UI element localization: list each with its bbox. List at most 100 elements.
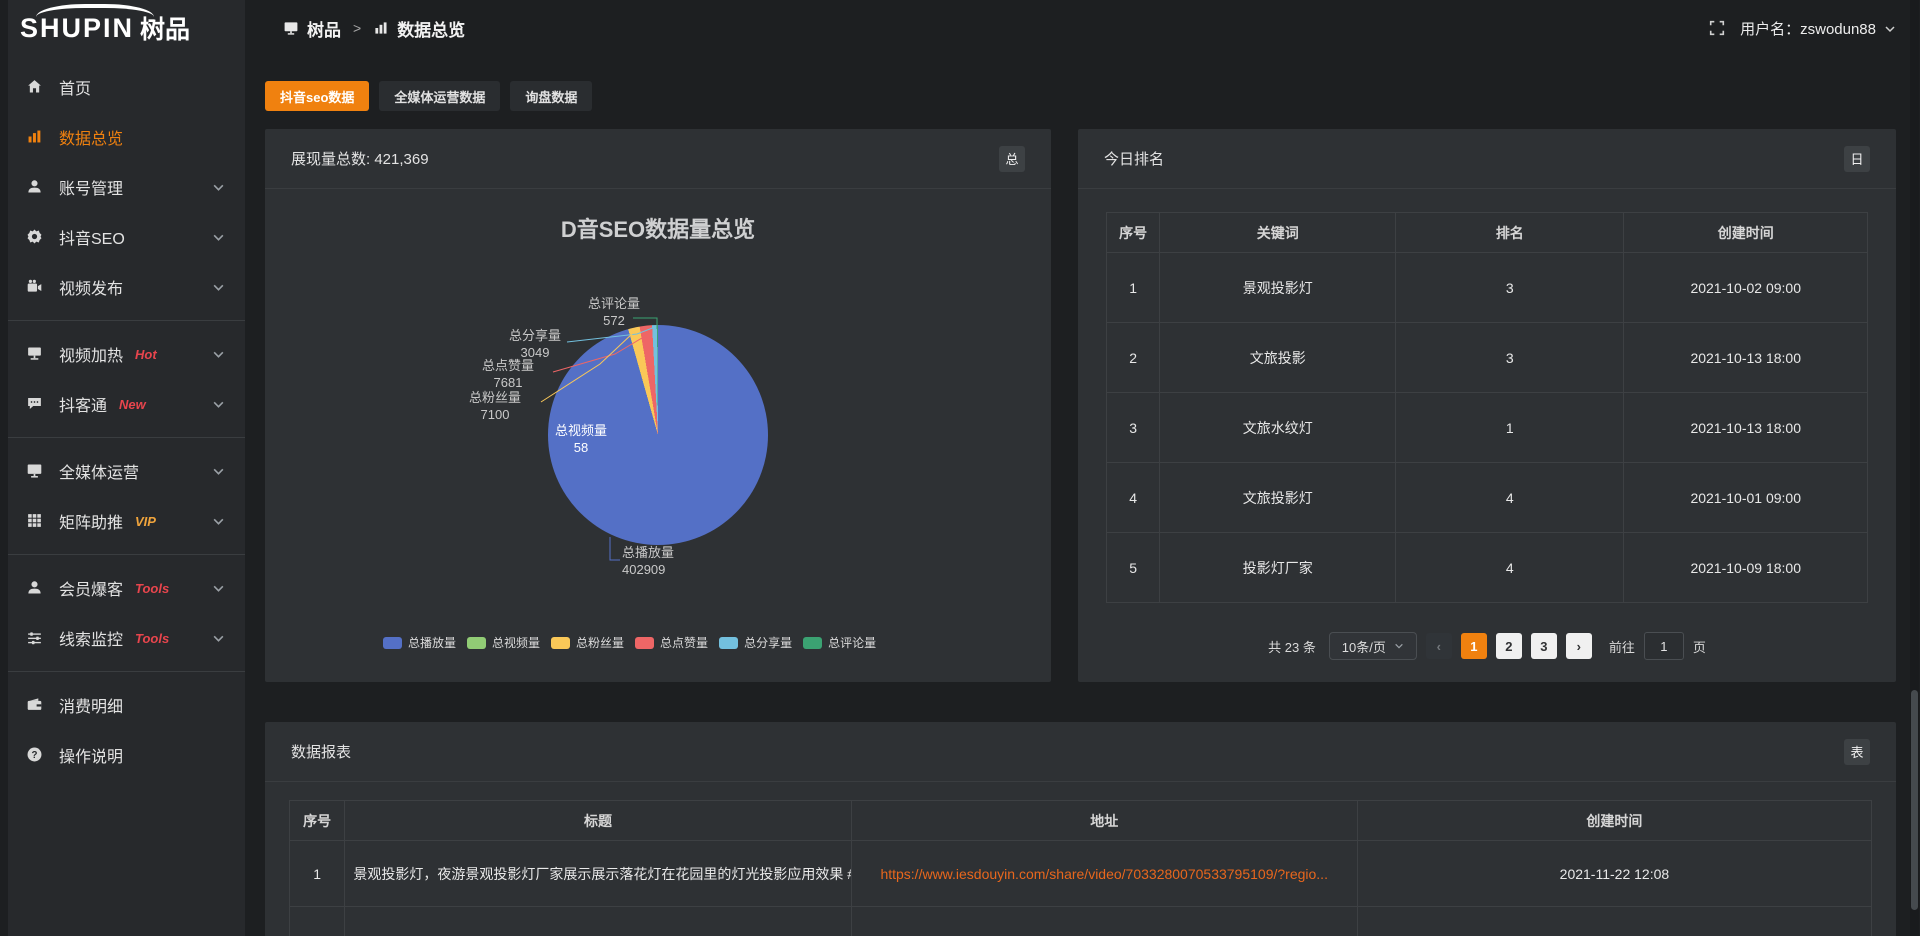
next-page-button[interactable]: › [1566, 633, 1592, 659]
legend-label: 总分享量 [744, 634, 792, 651]
chart-icon [26, 128, 46, 146]
sidebar-divider [0, 320, 245, 321]
sidebar-item-video-publish[interactable]: 视频发布 [0, 262, 245, 312]
cell: 1 [1107, 253, 1160, 323]
sidebar-item-consumption-detail[interactable]: 消费明细 [0, 680, 245, 730]
cell: 2021-10-02 09:00 [1624, 253, 1868, 323]
ranking-panel-title: 今日排名 [1104, 148, 1164, 169]
breadcrumb-item-data-overview[interactable]: 数据总览 [397, 16, 465, 41]
pie-label-name: 总粉丝量 [450, 390, 540, 407]
gear-icon [26, 228, 46, 246]
cell [1357, 907, 1871, 936]
page-button-1[interactable]: 1 [1461, 633, 1487, 659]
sidebar-item-matrix-boost[interactable]: 矩阵助推VIP [0, 496, 245, 546]
video-link[interactable]: https://www.iesdouyin.com/share/video/70… [880, 866, 1328, 882]
pie-label-name: 总分享量 [490, 328, 580, 345]
pie-label-总播放量: 总播放量402909 [622, 545, 732, 578]
legend-item-总点赞量[interactable]: 总点赞量 [635, 634, 708, 651]
table-row: 1景观投影灯32021-10-02 09:00 [1107, 253, 1868, 323]
table-row: 4文旅投影灯42021-10-01 09:00 [1107, 463, 1868, 533]
prev-page-button[interactable]: ‹ [1426, 633, 1452, 659]
sidebar-item-label: 线索监控 [59, 626, 123, 650]
tab-media-operation-data[interactable]: 全媒体运营数据 [379, 81, 500, 111]
person-icon [26, 579, 46, 597]
sidebar-item-home[interactable]: 首页 [0, 62, 245, 112]
goto-page-input[interactable] [1644, 632, 1684, 660]
chevron-down-icon [212, 465, 225, 478]
logo-arc [36, 4, 154, 30]
question-icon: ? [26, 746, 46, 764]
monitor-icon [26, 462, 46, 480]
left-edge-strip [0, 0, 8, 936]
pie-chart-title: D音SEO数据量总览 [265, 212, 1051, 244]
video-icon [26, 278, 46, 296]
chevron-down-icon[interactable] [1884, 22, 1896, 34]
sidebar-item-label: 全媒体运营 [59, 459, 139, 483]
tab-inquiry-data[interactable]: 询盘数据 [510, 81, 592, 111]
sidebar-item-label: 视频加热 [59, 342, 123, 366]
cell: 景观投影灯 [1160, 253, 1396, 323]
cell: 文旅投影 [1160, 323, 1396, 393]
sidebar-item-douketong[interactable]: 抖客通New [0, 379, 245, 429]
pie-label-value: 3049 [490, 345, 580, 362]
total-view-badge[interactable]: 总 [999, 146, 1025, 172]
goto-suffix: 页 [1693, 637, 1706, 656]
page-size-value: 10条/页 [1342, 637, 1386, 656]
grid-icon [26, 512, 46, 530]
sidebar-item-clue-monitor[interactable]: 线索监控Tools [0, 613, 245, 663]
app-root: SHUPIN 树品 首页数据总览账号管理抖音SEO视频发布视频加热Hot抖客通N… [0, 0, 1920, 936]
pagination-total: 共 23 条 [1268, 637, 1316, 656]
breadcrumb-item-shupin[interactable]: 树品 [307, 16, 341, 41]
chevron-down-icon [212, 515, 225, 528]
pie-label-总视频量: 总视频量58 [536, 423, 626, 456]
cell: 4 [1396, 533, 1624, 603]
fullscreen-icon[interactable] [1708, 19, 1726, 37]
table-view-badge[interactable]: 表 [1844, 739, 1870, 765]
sidebar-item-member-baoke[interactable]: 会员爆客Tools [0, 563, 245, 613]
legend-swatch [551, 637, 570, 649]
cell: 4 [1396, 463, 1624, 533]
home-icon [26, 78, 46, 96]
page-size-select[interactable]: 10条/页 [1329, 632, 1417, 660]
cell-index: 1 [290, 841, 345, 907]
page-scrollbar[interactable] [1910, 0, 1919, 936]
legend-swatch [383, 637, 402, 649]
column-header: 关键词 [1160, 213, 1396, 253]
pie-label-总点赞量: 总点赞量7681 [463, 358, 553, 391]
column-header: 序号 [290, 801, 345, 841]
legend-item-总评论量[interactable]: 总评论量 [803, 634, 876, 651]
chevron-down-icon [212, 281, 225, 294]
bubble-icon [26, 395, 46, 413]
ranking-header-row: 序号关键词排名创建时间 [1107, 213, 1868, 253]
sidebar-item-instructions[interactable]: ?操作说明 [0, 730, 245, 780]
sidebar-item-account-manage[interactable]: 账号管理 [0, 162, 245, 212]
sidebar-divider [0, 437, 245, 438]
cell: 文旅投影灯 [1160, 463, 1396, 533]
sidebar-item-douyin-seo[interactable]: 抖音SEO [0, 212, 245, 262]
sidebar-divider [0, 671, 245, 672]
legend-item-总播放量[interactable]: 总播放量 [383, 634, 456, 651]
cell: 文旅水纹灯 [1160, 393, 1396, 463]
tab-douyin-seo-data[interactable]: 抖音seo数据 [265, 81, 369, 111]
sidebar-item-label: 消费明细 [59, 693, 123, 717]
sliders-icon [26, 629, 46, 647]
cell: 3 [1396, 253, 1624, 323]
daily-view-badge[interactable]: 日 [1844, 146, 1870, 172]
sidebar-item-data-overview[interactable]: 数据总览 [0, 112, 245, 162]
username[interactable]: 用户名：zswodun88 [1740, 18, 1876, 39]
legend-item-总视频量[interactable]: 总视频量 [467, 634, 540, 651]
sidebar-item-badge: Tools [135, 581, 169, 596]
sidebar-item-media-operation[interactable]: 全媒体运营 [0, 446, 245, 496]
page-button-3[interactable]: 3 [1531, 633, 1557, 659]
ranking-panel-header: 今日排名 日 [1078, 129, 1896, 189]
legend-item-总粉丝量[interactable]: 总粉丝量 [551, 634, 624, 651]
pie-label-value: 7100 [450, 407, 540, 424]
legend-item-总分享量[interactable]: 总分享量 [719, 634, 792, 651]
scrollbar-thumb[interactable] [1911, 690, 1918, 910]
cell: 2021-10-09 18:00 [1624, 533, 1868, 603]
sidebar-item-video-heat[interactable]: 视频加热Hot [0, 329, 245, 379]
page-button-2[interactable]: 2 [1496, 633, 1522, 659]
svg-text:?: ? [32, 750, 38, 761]
ranking-panel: 今日排名 日 序号关键词排名创建时间 1景观投影灯32021-10-02 09:… [1078, 129, 1896, 682]
pagination: 共 23 条10条/页‹123›前往页 [1078, 632, 1896, 660]
